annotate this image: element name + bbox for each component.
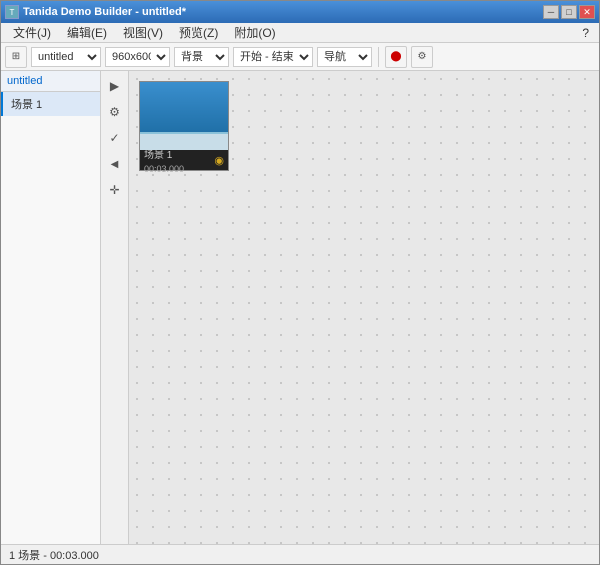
- app-icon: T: [5, 5, 19, 19]
- project-select[interactable]: untitled: [31, 47, 101, 67]
- left-panel: untitled 场景 1: [1, 71, 101, 544]
- main-window: T Tanida Demo Builder - untitled* ─ □ ✕ …: [0, 0, 600, 565]
- main-area: untitled 场景 1 ▶ ⚙ ✓ ◀ ✛: [1, 71, 599, 544]
- share-icon-button[interactable]: ◀: [104, 153, 126, 175]
- panel-header[interactable]: untitled: [1, 71, 100, 92]
- grid-icon: ⊞: [12, 51, 20, 62]
- menu-help[interactable]: ?: [576, 24, 595, 42]
- navigation-select[interactable]: 导航: [317, 47, 372, 67]
- settings-icon-button[interactable]: ⚙: [104, 101, 126, 123]
- status-bar: 1 场景 - 00:03.000: [1, 544, 599, 564]
- toolbar: ⊞ untitled 960x600 背景 开始 - 结束 导航 ⬤ ⚙: [1, 43, 599, 71]
- play-icon: ▶: [110, 79, 119, 93]
- toolbar-separator: [378, 47, 379, 67]
- settings-button[interactable]: ⚙: [411, 46, 433, 68]
- menu-file[interactable]: 文件(J): [5, 22, 59, 43]
- menu-preview[interactable]: 预览(Z): [171, 22, 226, 43]
- menu-edit[interactable]: 编辑(E): [59, 22, 115, 43]
- view-toggle-button[interactable]: ⊞: [5, 46, 27, 68]
- menu-bar: 文件(J) 编辑(E) 视图(V) 预览(Z) 附加(O) ?: [1, 23, 599, 43]
- window-title: Tanida Demo Builder - untitled*: [23, 6, 186, 18]
- settings-icon: ⚙: [418, 51, 427, 62]
- move-icon: ✛: [109, 183, 119, 197]
- title-bar: T Tanida Demo Builder - untitled* ─ □ ✕: [1, 1, 599, 23]
- maximize-button[interactable]: □: [561, 5, 577, 19]
- close-button[interactable]: ✕: [579, 5, 595, 19]
- start-end-select[interactable]: 开始 - 结束: [233, 47, 313, 67]
- check-icon: ✓: [109, 131, 119, 145]
- gear-icon: ⚙: [109, 105, 120, 119]
- minimize-button[interactable]: ─: [543, 5, 559, 19]
- window-controls: ─ □ ✕: [543, 5, 595, 19]
- eye-icon[interactable]: ◉: [214, 154, 224, 167]
- content-area[interactable]: 场景 1 00:03.000 ◉: [129, 71, 599, 544]
- menu-extras[interactable]: 附加(O): [226, 22, 283, 43]
- share-icon: ◀: [111, 159, 119, 170]
- scene-thumbnail[interactable]: 场景 1 00:03.000 ◉: [139, 81, 229, 171]
- scene-label: 场景 1: [144, 150, 172, 161]
- scene-time: 00:03.000: [144, 164, 184, 174]
- status-text: 1 场景 - 00:03.000: [9, 547, 99, 563]
- background-select[interactable]: 背景: [174, 47, 229, 67]
- scene-preview-svg: [140, 82, 228, 150]
- check-icon-button[interactable]: ✓: [104, 127, 126, 149]
- scene-preview: [140, 82, 228, 150]
- scene-thumb-bar: 场景 1 00:03.000 ◉: [140, 150, 228, 170]
- icon-bar: ▶ ⚙ ✓ ◀ ✛: [101, 71, 129, 544]
- record-icon: ⬤: [390, 51, 401, 62]
- menu-view[interactable]: 视图(V): [115, 22, 171, 43]
- record-button[interactable]: ⬤: [385, 46, 407, 68]
- title-bar-left: T Tanida Demo Builder - untitled*: [5, 5, 186, 19]
- play-icon-button[interactable]: ▶: [104, 75, 126, 97]
- resolution-select[interactable]: 960x600: [105, 47, 170, 67]
- scene-list-item[interactable]: 场景 1: [1, 92, 100, 116]
- move-icon-button[interactable]: ✛: [104, 179, 126, 201]
